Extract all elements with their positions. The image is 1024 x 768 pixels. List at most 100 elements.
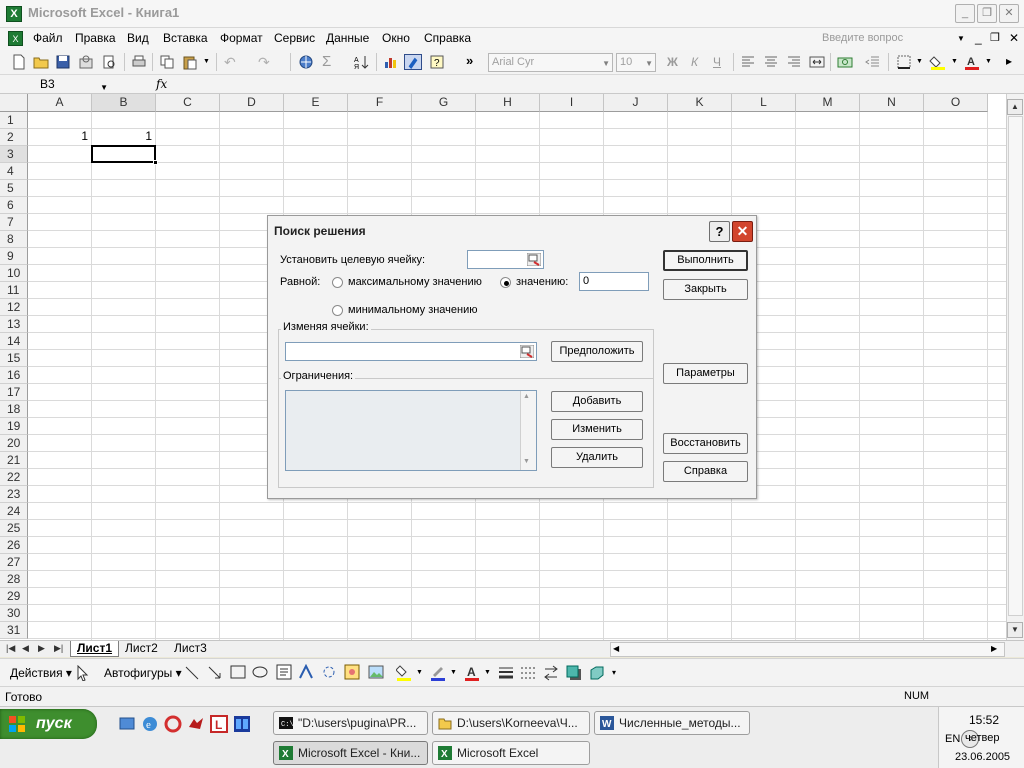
dialog-help-icon[interactable]: ?	[709, 221, 730, 242]
changing-cells-input[interactable]	[285, 342, 537, 361]
change-button[interactable]: Изменить	[551, 419, 643, 440]
prev-sheet-icon[interactable]: ◀	[22, 643, 29, 654]
help-question-box[interactable]: Введите вопрос	[816, 30, 966, 47]
show-desktop-icon[interactable]	[118, 715, 136, 733]
row-header-6[interactable]: 6	[0, 197, 28, 214]
close-window-button[interactable]: ✕	[999, 4, 1019, 23]
row-header-22[interactable]: 22	[0, 469, 28, 486]
value-of-input[interactable]: 0	[579, 272, 649, 291]
sheet-tab-1[interactable]: Лист1	[70, 641, 120, 657]
task-excel-book1[interactable]: X Microsoft Excel - Кни...	[273, 741, 428, 765]
column-header-M[interactable]: M	[796, 94, 860, 112]
column-header-F[interactable]: F	[348, 94, 412, 112]
line-color-icon[interactable]	[430, 664, 446, 682]
row-header-4[interactable]: 4	[0, 163, 28, 180]
row-header-15[interactable]: 15	[0, 350, 28, 367]
row-header-13[interactable]: 13	[0, 316, 28, 333]
row-header-23[interactable]: 23	[0, 486, 28, 503]
excel-app-icon[interactable]: X	[6, 6, 22, 22]
draw-more-icon[interactable]: ▾	[612, 668, 616, 677]
row-header-28[interactable]: 28	[0, 571, 28, 588]
column-header-I[interactable]: I	[540, 94, 604, 112]
doc-close-icon[interactable]: ✕	[1009, 31, 1019, 45]
row-header-9[interactable]: 9	[0, 248, 28, 265]
autoshapes-menu[interactable]: Автофигуры ▾	[104, 666, 182, 680]
row-header-31[interactable]: 31	[0, 622, 28, 639]
target-cell-input[interactable]	[467, 250, 544, 269]
sort-ascending-icon[interactable]: AЯ	[352, 54, 370, 70]
fill-color-dropdown-icon[interactable]: ▼	[951, 58, 958, 65]
row-header-8[interactable]: 8	[0, 231, 28, 248]
new-document-icon[interactable]	[10, 54, 28, 70]
internet-explorer-icon[interactable]: e	[141, 715, 159, 733]
menu-tools[interactable]: Сервис	[274, 31, 315, 45]
drawing-toggle-icon[interactable]	[404, 54, 422, 70]
3d-style-icon[interactable]	[589, 665, 605, 681]
dash-style-icon[interactable]	[520, 665, 536, 681]
select-all-corner[interactable]	[0, 94, 28, 112]
scroll-up-icon[interactable]: ▲	[1007, 99, 1023, 115]
font-name-combo[interactable]: Arial Cyr ▼	[488, 53, 613, 72]
toolbar-options-chevron-icon[interactable]: ▸	[1006, 54, 1012, 68]
row-header-10[interactable]: 10	[0, 265, 28, 282]
column-header-E[interactable]: E	[284, 94, 348, 112]
draw-fill-dropdown-icon[interactable]: ▼	[416, 669, 423, 676]
min-radio-label[interactable]: минимальному значению	[348, 304, 478, 316]
column-header-C[interactable]: C	[156, 94, 220, 112]
italic-button[interactable]: К	[691, 55, 698, 69]
language-indicator[interactable]: EN	[945, 733, 960, 745]
row-header-11[interactable]: 11	[0, 282, 28, 299]
align-right-icon[interactable]	[785, 54, 803, 70]
doc-restore-icon[interactable]: ❐	[990, 31, 1000, 44]
first-sheet-icon[interactable]: |◀	[6, 643, 15, 654]
column-header-G[interactable]: G	[412, 94, 476, 112]
menu-window[interactable]: Окно	[382, 31, 410, 45]
chart-wizard-icon[interactable]	[382, 54, 400, 70]
close-button[interactable]: Закрыть	[663, 279, 748, 300]
borders-icon[interactable]	[895, 54, 913, 70]
more-buttons-chevron-icon[interactable]: »	[466, 53, 473, 68]
clipart-icon[interactable]	[344, 664, 360, 680]
help-button[interactable]: Справка	[663, 461, 748, 482]
doc-minimize-icon[interactable]: _	[975, 31, 982, 45]
delete-button[interactable]: Удалить	[551, 447, 643, 468]
constraints-scroll-down-icon[interactable]: ▼	[523, 458, 530, 465]
task-folder[interactable]: D:\users\Korneeva\Ч...	[432, 711, 590, 735]
row-header-20[interactable]: 20	[0, 435, 28, 452]
constraints-scroll-up-icon[interactable]: ▲	[523, 393, 530, 400]
row-header-24[interactable]: 24	[0, 503, 28, 520]
dialog-title-bar[interactable]: Поиск решения ? ✕	[268, 216, 756, 243]
column-header-H[interactable]: H	[476, 94, 540, 112]
dialog-close-icon[interactable]: ✕	[732, 221, 753, 242]
redo-icon[interactable]: ↷	[258, 54, 270, 71]
print-icon[interactable]	[130, 54, 148, 70]
align-center-icon[interactable]	[762, 54, 780, 70]
row-header-2[interactable]: 2	[0, 129, 28, 146]
font-color-dropdown-icon[interactable]: ▼	[985, 58, 992, 65]
wordart-icon[interactable]	[298, 664, 314, 680]
print-preview-icon[interactable]	[100, 54, 118, 70]
column-header-K[interactable]: K	[668, 94, 732, 112]
draw-font-color-icon[interactable]: A	[464, 664, 480, 682]
underline-button[interactable]: Ч	[713, 55, 721, 69]
line-icon[interactable]	[185, 666, 199, 680]
menu-view[interactable]: Вид	[127, 31, 149, 45]
row-header-25[interactable]: 25	[0, 520, 28, 537]
currency-style-icon[interactable]	[836, 54, 854, 70]
diagram-icon[interactable]	[321, 664, 337, 680]
fill-handle[interactable]	[153, 160, 158, 165]
paste-dropdown-icon[interactable]: ▼	[203, 58, 210, 65]
opera-icon[interactable]	[164, 715, 182, 733]
oval-icon[interactable]	[252, 665, 268, 679]
menu-help[interactable]: Справка	[424, 31, 471, 45]
borders-dropdown-icon[interactable]: ▼	[916, 58, 923, 65]
start-button[interactable]: пуск	[0, 709, 97, 739]
menu-file[interactable]: Файл	[33, 31, 63, 45]
column-header-L[interactable]: L	[732, 94, 796, 112]
sheet-tab-2[interactable]: Лист2	[119, 641, 164, 657]
menu-data[interactable]: Данные	[326, 31, 369, 45]
rectangle-icon[interactable]	[230, 665, 246, 679]
draw-font-color-dropdown-icon[interactable]: ▼	[484, 669, 491, 676]
column-header-B[interactable]: B	[92, 94, 156, 112]
row-header-14[interactable]: 14	[0, 333, 28, 350]
